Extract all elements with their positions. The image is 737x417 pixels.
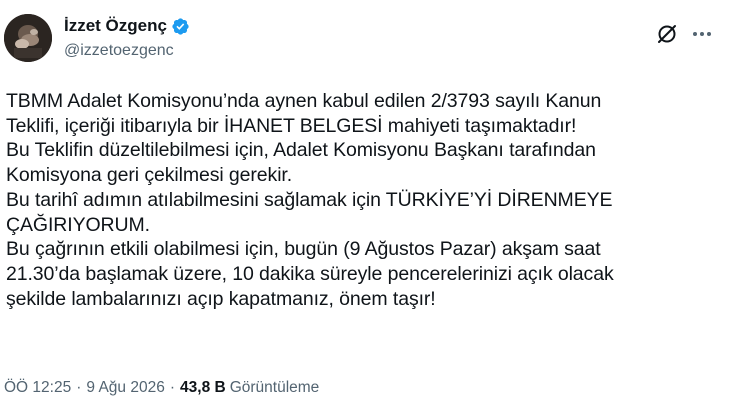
- tweet-text-line: Komisyona geri çekilmesi gerekir.: [6, 164, 293, 187]
- tweet-text-line: şekilde lambalarınızı açıp kapatmanız, ö…: [6, 287, 436, 310]
- author-handle[interactable]: @izzetoezgenc: [64, 41, 174, 61]
- tweet-date[interactable]: 9 Ağu 2026: [86, 379, 164, 396]
- author-name[interactable]: İzzet Özgenç: [64, 16, 167, 36]
- avatar[interactable]: [4, 14, 52, 62]
- views-count[interactable]: 43,8 B: [180, 379, 226, 396]
- tweet-text-line: ÇAĞIRIYORUM.: [6, 213, 150, 236]
- tweet-text: TBMM Adalet Komisyonu’nda aynen kabul ed…: [6, 89, 726, 311]
- meta-separator: ·: [76, 379, 82, 396]
- meta-separator: ·: [169, 379, 176, 396]
- views-label[interactable]: Görüntüleme: [226, 379, 320, 396]
- avatar-image: [4, 14, 52, 62]
- tweet-time[interactable]: ÖÖ 12:25: [4, 379, 71, 396]
- tweet-text-line: 21.30’da başlamak üzere, 10 dakika sürey…: [6, 262, 614, 285]
- tweet-text-line: Bu tarihî adımın atılabilmesini sağlamak…: [6, 188, 613, 211]
- author-name-row[interactable]: İzzet Özgenç: [64, 16, 190, 36]
- tweet-text-line: TBMM Adalet Komisyonu’nda aynen kabul ed…: [6, 90, 602, 112]
- verified-badge-icon: [172, 17, 189, 35]
- tweet-text-line: Bu çağrının etkili olabilmesi için, bugü…: [6, 238, 601, 261]
- grok-icon[interactable]: [655, 22, 679, 46]
- more-horizontal-icon[interactable]: [690, 22, 714, 46]
- tweet-text-line: Bu Teklifin düzeltilebilmesi için, Adale…: [6, 139, 596, 162]
- tweet-text-line: Teklifi, içeriği itibarıyla bir İHANET B…: [6, 114, 577, 137]
- tweet-card: İzzet Özgenç @izzetoezgenc TBMM Adalet K…: [0, 0, 737, 417]
- tweet-meta: ÖÖ 12:25 · 9 Ağu 2026 · 43,8 B Görüntüleme: [4, 378, 319, 398]
